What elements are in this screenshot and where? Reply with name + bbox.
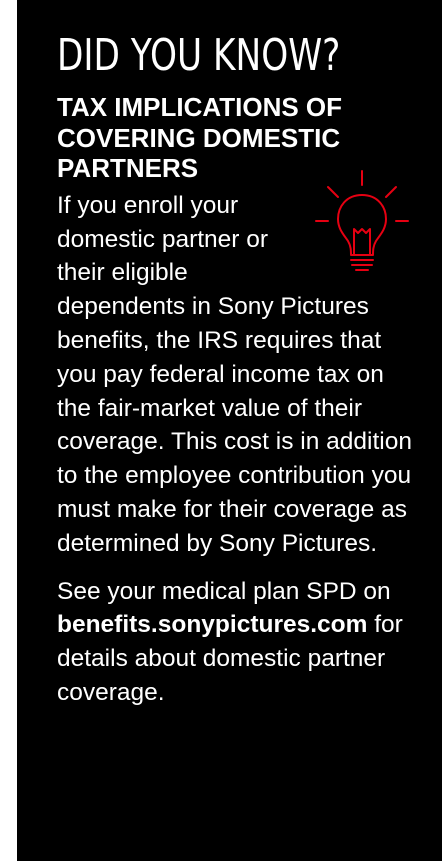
eyebrow-title: DID YOU KNOW?	[57, 30, 341, 81]
details-paragraph: See your medical plan SPD on benefits.so…	[57, 575, 416, 710]
details-prefix: See your medical plan SPD on	[57, 577, 391, 605]
did-you-know-card: DID YOU KNOW? TAX IMPLICATIONS OF COVERI…	[17, 0, 442, 861]
page: DID YOU KNOW? TAX IMPLICATIONS OF COVERI…	[0, 0, 442, 861]
benefits-link[interactable]: benefits.sonypictures.com	[57, 611, 367, 638]
lightbulb-icon	[312, 167, 412, 285]
